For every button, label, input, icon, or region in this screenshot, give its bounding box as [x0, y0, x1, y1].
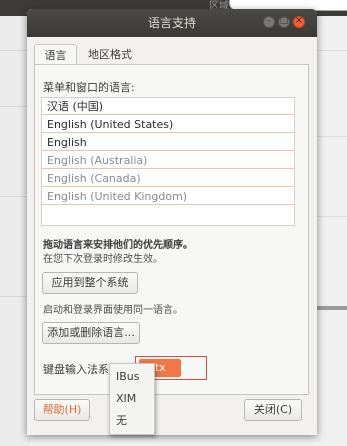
list-item[interactable]: English	[42, 134, 294, 151]
list-item[interactable]: English (United Kingdom)	[42, 188, 294, 205]
background-right-panel	[317, 16, 347, 446]
input-method-dropdown: IBus XIM 无	[109, 363, 155, 435]
close-icon: ×	[294, 15, 304, 26]
maximize-icon: □	[279, 16, 289, 26]
next-login-hint: 在您下次登录时修改生效。	[43, 254, 163, 265]
minimize-button[interactable]: –	[263, 16, 275, 28]
languages-heading: 菜单和窗口的语言:	[43, 81, 135, 94]
list-item[interactable]: English (Australia)	[42, 152, 294, 169]
maximize-button[interactable]: □	[278, 16, 290, 28]
dropdown-option-xim[interactable]: XIM	[110, 389, 154, 409]
list-item[interactable]: 汉语 (中国)	[42, 98, 294, 115]
list-item[interactable]: English (United States)	[42, 116, 294, 133]
install-remove-languages-button[interactable]: 添加或删除语言...	[42, 322, 140, 344]
dropdown-option-ibus[interactable]: IBus	[110, 367, 154, 387]
tab-language[interactable]: 语言	[34, 44, 77, 65]
apply-system-wide-button[interactable]: 应用到整个系统	[42, 272, 138, 294]
list-item[interactable]: English (Canada)	[42, 170, 294, 187]
list-item-empty[interactable]	[42, 206, 294, 223]
tab-regional-formats[interactable]: 地区格式	[79, 44, 141, 65]
close-window-button[interactable]: ×	[293, 15, 305, 28]
drag-hint: 拖动语言来安排他们的优先顺序。	[43, 240, 193, 251]
background-left-panel	[0, 16, 30, 446]
startup-hint: 启动和登录界面使用同一语言。	[43, 305, 183, 316]
dropdown-option-none[interactable]: 无	[110, 411, 154, 431]
language-list[interactable]: 汉语 (中国) English (United States) English …	[41, 97, 295, 226]
language-support-dialog: 语言支持 – □ × 语言 地区格式 菜单和窗口的语言: 汉语 (中国) Eng…	[27, 9, 317, 435]
help-button[interactable]: 帮助(H)	[34, 399, 90, 421]
minimize-icon: –	[266, 16, 272, 26]
title-bar[interactable]: 语言支持 – □ ×	[27, 9, 317, 37]
close-button[interactable]: 关闭(C)	[244, 399, 302, 421]
